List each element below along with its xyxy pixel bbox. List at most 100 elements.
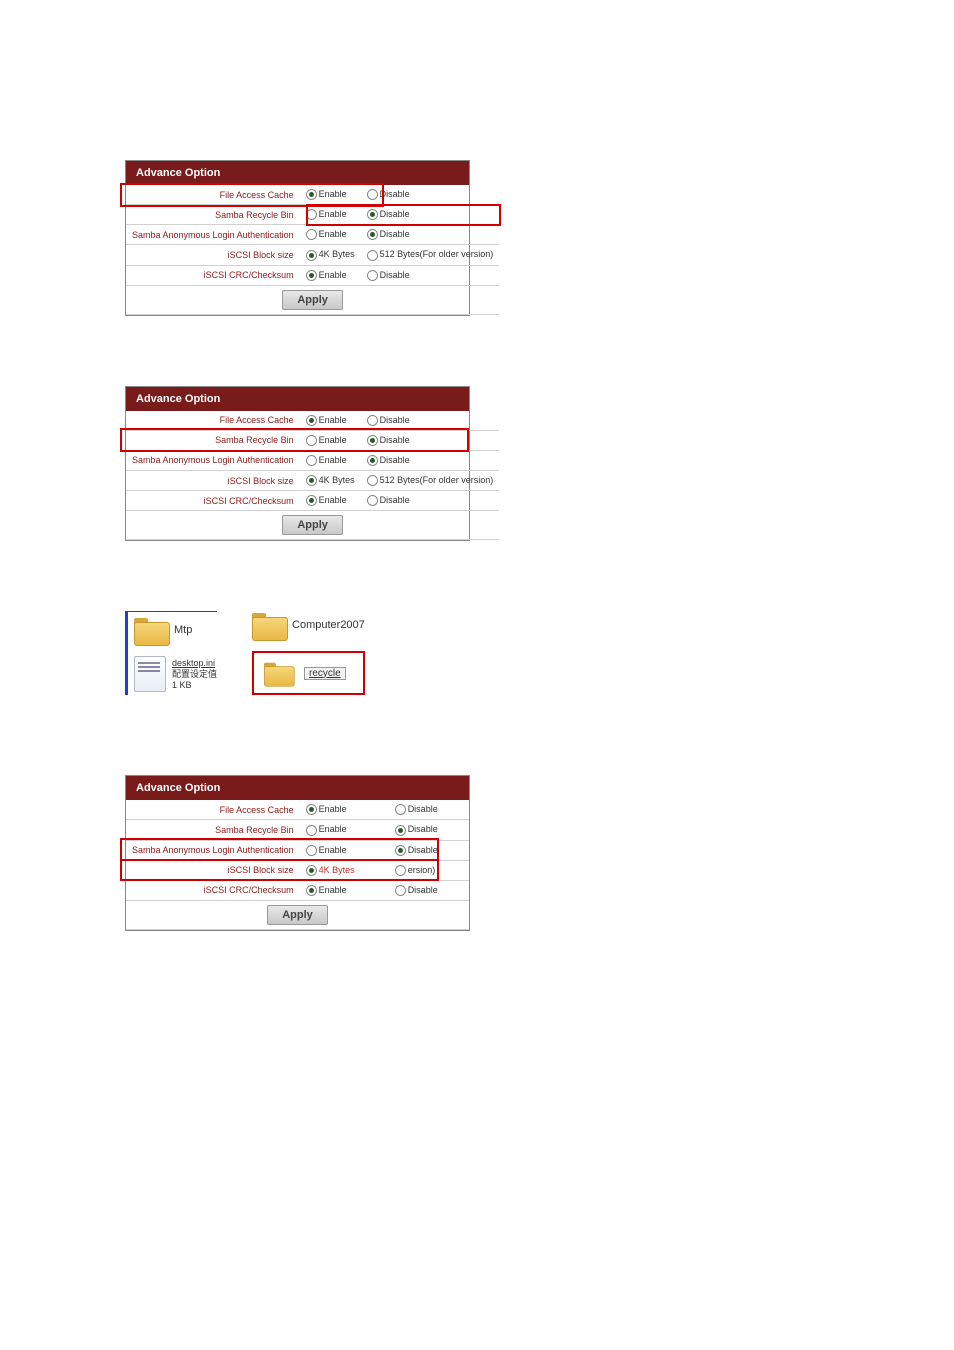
ini-file-icon xyxy=(134,656,166,692)
option-disable-text: Disable xyxy=(408,804,438,814)
advance-option-panel-2: Advance Option File Access Cache Enable … xyxy=(125,386,470,542)
label-iscsi-crc: iSCSI CRC/Checksum xyxy=(126,880,300,900)
radio-512[interactable] xyxy=(395,865,406,876)
row-file-access-cache: File Access Cache Enable Disable xyxy=(126,185,499,205)
apply-button[interactable]: Apply xyxy=(282,290,343,310)
option-disable-text: Disable xyxy=(380,209,410,219)
radio-enable[interactable] xyxy=(306,189,317,200)
folder-icon xyxy=(252,611,286,639)
row-file-access-cache: File Access Cache Enable Disable xyxy=(126,411,499,431)
label-iscsi-block-size: iSCSI Block size xyxy=(126,860,300,880)
apply-button[interactable]: Apply xyxy=(282,515,343,535)
advance-option-panel-3: Advance Option File Access Cache Enable … xyxy=(125,775,470,931)
label-samba-recycle-bin: Samba Recycle Bin xyxy=(126,430,300,450)
option-enable-text: Enable xyxy=(319,455,347,465)
row-samba-anon-login: Samba Anonymous Login Authentication Ena… xyxy=(126,450,499,470)
option-enable-text: Enable xyxy=(319,885,347,895)
radio-512[interactable] xyxy=(367,475,378,486)
radio-disable[interactable] xyxy=(367,270,378,281)
option-disable-text: Disable xyxy=(380,435,410,445)
option-disable-text: Disable xyxy=(380,415,410,425)
radio-disable[interactable] xyxy=(367,209,378,220)
row-samba-recycle-bin: Samba Recycle Bin Enable Disable xyxy=(126,820,469,840)
folder-label-recycle[interactable]: recycle xyxy=(304,667,346,680)
advance-option-panel-1: Advance Option File Access Cache Enable … xyxy=(125,160,470,316)
label-file-access-cache: File Access Cache xyxy=(126,185,300,205)
label-samba-anon-login: Samba Anonymous Login Authentication xyxy=(126,450,300,470)
radio-disable[interactable] xyxy=(367,455,378,466)
label-samba-anon-login: Samba Anonymous Login Authentication xyxy=(126,225,300,245)
radio-enable[interactable] xyxy=(306,495,317,506)
folder-item-mtp[interactable]: Mtp xyxy=(134,616,217,644)
ini-file-sub2: 1 KB xyxy=(172,680,192,690)
folder-item-recycle-highlight: recycle xyxy=(252,651,365,695)
label-iscsi-block-size: iSCSI Block size xyxy=(126,471,300,491)
radio-disable[interactable] xyxy=(395,825,406,836)
radio-4k[interactable] xyxy=(306,250,317,261)
label-iscsi-crc: iSCSI CRC/Checksum xyxy=(126,491,300,511)
row-file-access-cache: File Access Cache Enable Disable xyxy=(126,800,469,820)
radio-enable[interactable] xyxy=(306,455,317,466)
radio-enable[interactable] xyxy=(306,270,317,281)
option-4k-text: 4K Bytes xyxy=(319,475,355,485)
radio-disable[interactable] xyxy=(395,804,406,815)
row-iscsi-block-size: iSCSI Block size 4K Bytes 512 Bytes(For … xyxy=(126,471,499,491)
label-samba-anon-login: Samba Anonymous Login Authentication xyxy=(126,840,300,860)
radio-disable[interactable] xyxy=(367,495,378,506)
option-disable-text: Disable xyxy=(380,189,410,199)
option-enable-text: Enable xyxy=(319,845,347,855)
option-disable-text: Disable xyxy=(380,455,410,465)
radio-disable[interactable] xyxy=(367,435,378,446)
option-4k-text: 4K Bytes xyxy=(319,865,355,875)
folder-icon xyxy=(134,616,168,644)
option-enable-text: Enable xyxy=(319,189,347,199)
apply-button[interactable]: Apply xyxy=(267,905,328,925)
ini-file-text: desktop.ini 配置设定值 1 KB xyxy=(172,658,217,690)
option-enable-text: Enable xyxy=(319,229,347,239)
row-iscsi-crc: iSCSI CRC/Checksum Enable Disable xyxy=(126,880,469,900)
row-samba-anon-login: Samba Anonymous Login Authentication Ena… xyxy=(126,225,499,245)
panel-title: Advance Option xyxy=(126,387,469,411)
row-iscsi-crc: iSCSI CRC/Checksum Enable Disable xyxy=(126,491,499,511)
option-enable-text: Enable xyxy=(319,495,347,505)
row-samba-recycle-bin: Samba Recycle Bin Enable Disable xyxy=(126,430,499,450)
option-disable-text: Disable xyxy=(380,270,410,280)
row-iscsi-crc: iSCSI CRC/Checksum Enable Disable xyxy=(126,265,499,285)
option-512-text: ersion) xyxy=(408,865,436,875)
row-iscsi-block-size: iSCSI Block size 4K Bytes 512 Bytes(For … xyxy=(126,245,499,265)
radio-enable[interactable] xyxy=(306,229,317,240)
option-4k-text: 4K Bytes xyxy=(319,249,355,259)
option-enable-text: Enable xyxy=(319,270,347,280)
radio-enable[interactable] xyxy=(306,845,317,856)
radio-enable[interactable] xyxy=(306,825,317,836)
radio-disable[interactable] xyxy=(367,229,378,240)
radio-disable[interactable] xyxy=(395,885,406,896)
option-enable-text: Enable xyxy=(319,435,347,445)
option-disable-text: Disable xyxy=(408,845,438,855)
file-item-desktop-ini[interactable]: desktop.ini 配置设定值 1 KB xyxy=(134,656,217,692)
radio-512[interactable] xyxy=(367,250,378,261)
folders-figure: Mtp desktop.ini 配置设定值 1 KB Computer2007 … xyxy=(125,611,954,695)
ini-file-sub1: 配置设定值 xyxy=(172,669,217,679)
radio-enable[interactable] xyxy=(306,209,317,220)
label-file-access-cache: File Access Cache xyxy=(126,800,300,820)
radio-disable[interactable] xyxy=(395,845,406,856)
label-samba-recycle-bin: Samba Recycle Bin xyxy=(126,820,300,840)
radio-enable[interactable] xyxy=(306,885,317,896)
label-file-access-cache: File Access Cache xyxy=(126,411,300,431)
row-samba-anon-login: Samba Anonymous Login Authentication Ena… xyxy=(126,840,469,860)
radio-disable[interactable] xyxy=(367,189,378,200)
folder-label: Computer2007 xyxy=(292,619,365,631)
radio-disable[interactable] xyxy=(367,415,378,426)
radio-4k[interactable] xyxy=(306,865,317,876)
radio-enable[interactable] xyxy=(306,415,317,426)
option-disable-text: Disable xyxy=(408,885,438,895)
folder-item-computer2007[interactable]: Computer2007 xyxy=(252,611,365,639)
label-samba-recycle-bin: Samba Recycle Bin xyxy=(126,205,300,225)
option-enable-text: Enable xyxy=(319,209,347,219)
option-disable-text: Disable xyxy=(380,495,410,505)
radio-4k[interactable] xyxy=(306,475,317,486)
radio-enable[interactable] xyxy=(306,435,317,446)
option-enable-text: Enable xyxy=(319,415,347,425)
radio-enable[interactable] xyxy=(306,804,317,815)
